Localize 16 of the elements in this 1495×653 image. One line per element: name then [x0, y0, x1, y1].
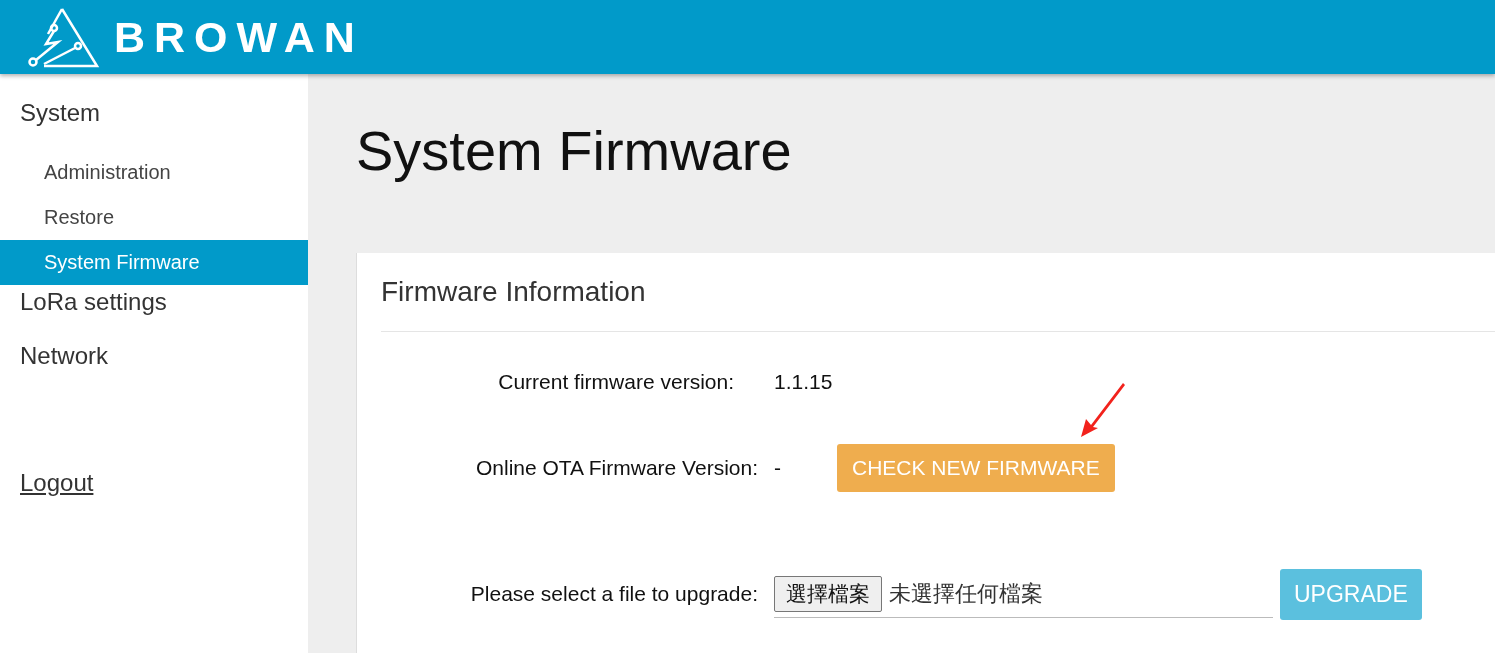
page-title: System Firmware	[356, 118, 793, 184]
field-label: Please select a file to upgrade:	[469, 582, 759, 606]
firmware-version: 1.1.15	[774, 370, 833, 394]
sidebar-subitem[interactable]: Restore	[0, 195, 308, 240]
sidebar-item[interactable]: System	[0, 96, 308, 150]
field-label: Current firmware version:	[497, 370, 735, 394]
field-label: Online OTA Firmware Version:	[474, 456, 759, 480]
sidebar-item[interactable]: Network	[0, 339, 308, 393]
arrow-icon	[1081, 381, 1125, 437]
card-title: Firmware Information	[381, 253, 1495, 332]
brand-name: BROWAN	[114, 12, 364, 62]
logout-link[interactable]: Logout	[20, 469, 94, 497]
file-input[interactable]: 選擇檔案 未選擇任何檔案	[774, 570, 1273, 618]
ota-version: -	[774, 456, 781, 480]
sidebar-item[interactable]: LoRa settings	[0, 285, 308, 339]
sidebar-subitem[interactable]: Administration	[0, 150, 308, 195]
